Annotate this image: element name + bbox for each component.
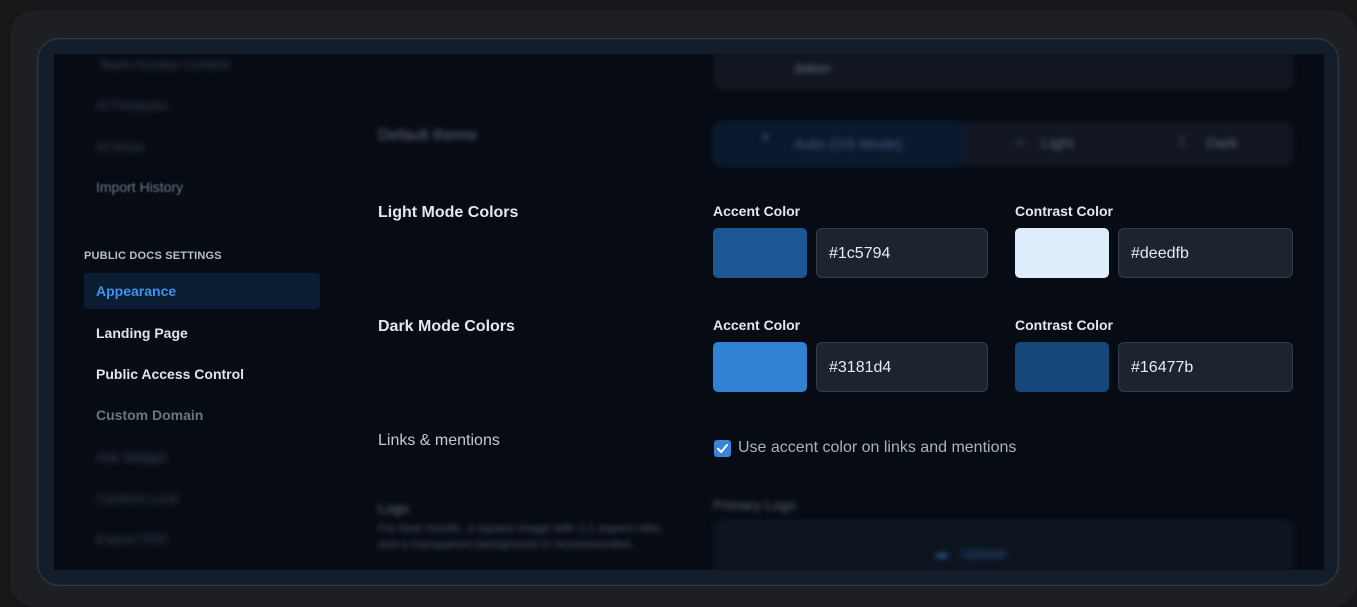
sidebar-item-landing-page[interactable]: Landing Page [96,325,188,341]
theme-option-dark[interactable]: ☾ Dark [1130,122,1294,166]
default-theme-label: Default theme [378,127,478,144]
theme-option-label: Dark [1206,135,1238,152]
primary-logo-label: Primary Logo [713,497,797,513]
dark-accent-input[interactable]: #3181d4 [816,342,988,392]
sidebar-item-label: Appearance [96,283,177,299]
dark-accent-swatch[interactable] [713,342,807,392]
light-contrast-label: Contrast Color [1015,203,1113,219]
sidebar-item-team-access[interactable]: Team Access Control [98,56,230,72]
theme-option-label: Auto (OS Mode) [794,136,903,153]
dark-contrast-value: #16477b [1131,359,1194,376]
sidebar-item-import-history[interactable]: Import History [96,179,183,195]
sidebar-item-ai-keys[interactable]: AI Keys [96,138,144,154]
theme-segmented-control: ◐ Auto (OS Mode) ☼ Light ☾ Dark [713,122,1294,166]
logo-upload-dropzone[interactable]: ☁ Upload [713,519,1294,570]
sidebar-item-content-lock[interactable]: Content Lock [96,490,179,506]
light-accent-label: Accent Color [713,203,801,219]
sidebar-item-appearance[interactable]: Appearance [84,273,320,309]
theme-option-auto[interactable]: ◐ Auto (OS Mode) [713,122,965,166]
light-contrast-value: #deedfb [1131,245,1189,262]
dark-contrast-label: Contrast Color [1015,317,1113,333]
theme-option-light[interactable]: ☼ Light [965,122,1130,166]
checkmark-icon [717,444,728,453]
top-field-value: Jotion [793,60,831,76]
sidebar-item-custom-domain[interactable]: Custom Domain [96,407,203,423]
links-mentions-label: Links & mentions [378,432,500,449]
sidebar-item-ask-widget[interactable]: Ask Widget [96,449,167,465]
top-field[interactable]: Jotion [713,54,1294,90]
monitor-icon: ◐ [762,129,772,146]
dark-contrast-input[interactable]: #16477b [1118,342,1293,392]
light-accent-value: #1c5794 [829,245,891,262]
dark-contrast-swatch[interactable] [1015,342,1109,392]
light-contrast-swatch[interactable] [1015,228,1109,278]
light-accent-swatch[interactable] [713,228,807,278]
sidebar-item-ai-features[interactable]: AI Features [96,97,168,113]
moon-icon: ☾ [1178,134,1192,151]
logo-label: Logo [378,500,410,516]
sun-icon: ☼ [1013,133,1027,150]
logo-description: For best results, a square image with 1:… [378,521,664,551]
dark-mode-colors-label: Dark Mode Colors [378,318,515,335]
theme-option-label: Light [1041,135,1074,152]
links-accent-checkbox-label[interactable]: Use accent color on links and mentions [738,439,1016,457]
settings-window: Team Access Control AI Features AI Keys … [54,54,1324,570]
upload-button-label: Upload [961,545,1006,561]
upload-icon: ☁ [933,545,949,562]
light-mode-colors-label: Light Mode Colors [378,204,519,221]
sidebar-item-export-pdf[interactable]: Export PDF [96,531,168,547]
light-contrast-input[interactable]: #deedfb [1118,228,1293,278]
sidebar-section-heading: PUBLIC DOCS SETTINGS [84,250,222,262]
light-accent-input[interactable]: #1c5794 [816,228,988,278]
dark-accent-label: Accent Color [713,317,801,333]
dark-accent-value: #3181d4 [829,359,892,376]
sidebar-item-public-access-control[interactable]: Public Access Control [96,366,244,382]
links-accent-checkbox[interactable] [714,440,731,457]
